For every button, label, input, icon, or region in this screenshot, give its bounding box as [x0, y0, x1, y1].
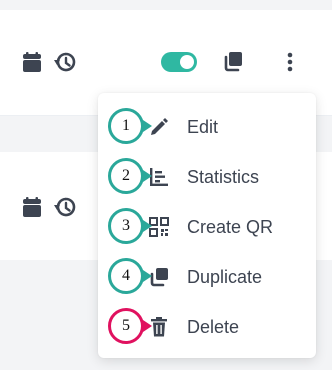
annotation-badge-2: 2 [108, 158, 144, 194]
annotation-arrow [143, 170, 152, 182]
menu-item-label: Duplicate [187, 267, 263, 287]
menu-item-label: Create QR [187, 217, 274, 237]
annotation-arrow [143, 270, 152, 282]
toggle-track [161, 52, 197, 72]
copy-icon[interactable] [223, 52, 243, 72]
more-vertical-icon[interactable] [280, 51, 300, 73]
annotation-arrow [143, 120, 152, 132]
menu-item-label: Delete [187, 317, 240, 337]
menu-item-label: Statistics [187, 167, 260, 187]
annotation-badge-4: 4 [108, 258, 144, 294]
page-top-strip [0, 0, 332, 8]
annotation-arrow [143, 220, 152, 232]
calendar-icon[interactable] [22, 197, 42, 217]
annotation-badge-5: 5 [108, 308, 144, 344]
annotation-badge-3: 3 [108, 208, 144, 244]
history-icon[interactable] [54, 51, 76, 73]
page: Edit Statistics Create QR Duplicate Dele… [0, 0, 332, 370]
menu-item-label: Edit [187, 117, 219, 137]
annotation-arrow [143, 320, 152, 332]
status-toggle[interactable] [161, 52, 197, 72]
calendar-icon[interactable] [22, 52, 42, 72]
toggle-knob [180, 55, 194, 69]
history-icon[interactable] [54, 196, 76, 218]
annotation-badge-1: 1 [108, 108, 144, 144]
